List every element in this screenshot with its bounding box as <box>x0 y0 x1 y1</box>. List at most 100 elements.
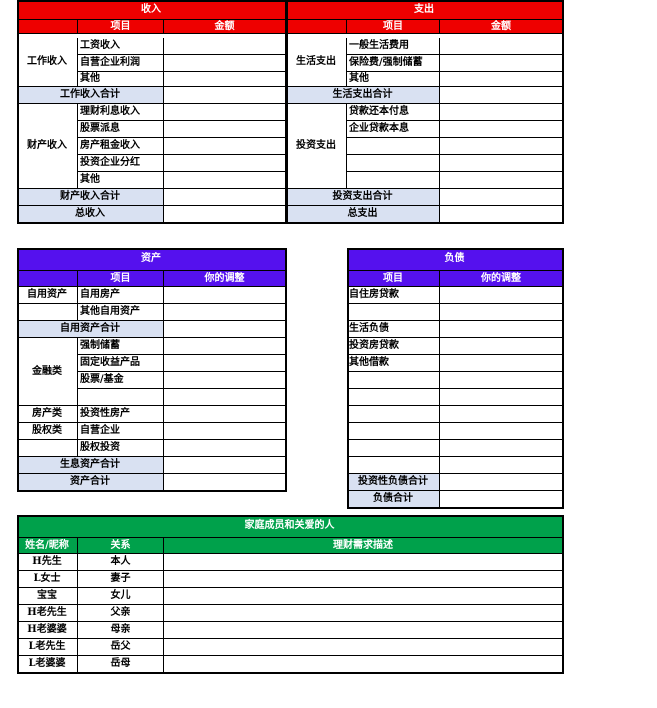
family-member-relation: 岳母 <box>78 656 164 673</box>
liability-adjust-input[interactable] <box>440 321 563 338</box>
family-member-needs-input[interactable] <box>164 656 563 673</box>
family-col-name: 姓名/昵称 <box>17 538 78 554</box>
asset-adjust-input[interactable] <box>164 355 286 372</box>
family-member-name: L老婆婆 <box>17 656 78 673</box>
expense-col-item: 项目 <box>347 20 440 34</box>
income-amount-input[interactable] <box>164 155 286 172</box>
expense-living-total-value[interactable] <box>440 87 563 104</box>
income-item: 工资收入 <box>78 38 164 55</box>
liability-adjust-input[interactable] <box>440 423 563 440</box>
family-member-needs-input[interactable] <box>164 571 563 588</box>
income-amount-input[interactable] <box>164 121 286 138</box>
expense-invest-total-value[interactable] <box>440 189 563 206</box>
income-total-value[interactable] <box>164 206 286 223</box>
family-member-relation: 岳父 <box>78 639 164 656</box>
income-item: 其他 <box>78 72 164 87</box>
asset-adjust-input[interactable] <box>164 423 286 440</box>
expense-living-total: 生活支出合计 <box>286 87 440 104</box>
income-amount-input[interactable] <box>164 138 286 155</box>
liability-item: 投资房贷款 <box>347 338 440 355</box>
asset-adjust-input[interactable] <box>164 389 286 406</box>
family-member-needs-input[interactable] <box>164 639 563 656</box>
assets-group-financial: 金融类 <box>17 338 78 406</box>
assets-self-total-value[interactable] <box>164 321 286 338</box>
expense-amount-input[interactable] <box>440 155 563 172</box>
liability-adjust-input[interactable] <box>440 338 563 355</box>
asset-adjust-input[interactable] <box>164 287 286 304</box>
income-group-asset: 财产收入 <box>17 104 78 189</box>
income-work-total-value[interactable] <box>164 87 286 104</box>
income-col-amount: 金额 <box>164 20 286 34</box>
liability-item <box>347 406 440 423</box>
asset-item: 固定收益产品 <box>78 355 164 372</box>
income-group-work: 工作收入 <box>17 38 78 87</box>
family-member-name: H老婆婆 <box>17 622 78 639</box>
expense-total: 总支出 <box>286 206 440 223</box>
income-amount-input[interactable] <box>164 172 286 189</box>
asset-adjust-input[interactable] <box>164 372 286 389</box>
liability-adjust-input[interactable] <box>440 304 563 321</box>
family-member-relation: 本人 <box>78 554 164 571</box>
asset-adjust-input[interactable] <box>164 440 286 457</box>
liabilities-invest-total: 投资性负债合计 <box>347 474 440 491</box>
family-member-name: L女士 <box>17 571 78 588</box>
income-total: 总收入 <box>17 206 164 223</box>
expense-amount-input[interactable] <box>440 172 563 189</box>
liability-item <box>347 440 440 457</box>
income-item: 投资企业分红 <box>78 155 164 172</box>
expense-amount-input[interactable] <box>440 55 563 72</box>
liability-item <box>347 389 440 406</box>
asset-item: 股票/基金 <box>78 372 164 389</box>
expense-amount-input[interactable] <box>440 38 563 55</box>
liabilities-invest-total-value[interactable] <box>440 474 563 491</box>
assets-col-adjust: 你的调整 <box>164 271 286 287</box>
income-asset-total-value[interactable] <box>164 189 286 206</box>
liabilities-total: 负债合计 <box>347 491 440 508</box>
income-amount-input[interactable] <box>164 104 286 121</box>
liability-adjust-input[interactable] <box>440 457 563 474</box>
expense-item: 其他 <box>347 72 440 87</box>
assets-group-blank <box>17 304 78 321</box>
income-work-total: 工作收入合计 <box>17 87 164 104</box>
family-member-name: H先生 <box>17 554 78 571</box>
assets-earning-total: 生息资产合计 <box>17 457 164 474</box>
family-col-needs: 理财需求描述 <box>164 538 563 554</box>
liabilities-total-value[interactable] <box>440 491 563 508</box>
income-amount-input[interactable] <box>164 38 286 55</box>
income-item: 股票派息 <box>78 121 164 138</box>
liability-item <box>347 304 440 321</box>
assets-group-equity: 股权类 <box>17 423 78 440</box>
liability-adjust-input[interactable] <box>440 372 563 389</box>
assets-total: 资产合计 <box>17 474 164 491</box>
expense-amount-input[interactable] <box>440 121 563 138</box>
assets-earning-total-value[interactable] <box>164 457 286 474</box>
family-member-needs-input[interactable] <box>164 605 563 622</box>
family-member-needs-input[interactable] <box>164 588 563 605</box>
expense-item <box>347 172 440 189</box>
expense-amount-input[interactable] <box>440 138 563 155</box>
family-member-needs-input[interactable] <box>164 554 563 571</box>
liability-adjust-input[interactable] <box>440 440 563 457</box>
expense-amount-input[interactable] <box>440 104 563 121</box>
assets-group-blank <box>17 440 78 457</box>
liability-adjust-input[interactable] <box>440 406 563 423</box>
income-amount-input[interactable] <box>164 72 286 87</box>
liability-adjust-input[interactable] <box>440 287 563 304</box>
asset-adjust-input[interactable] <box>164 304 286 321</box>
asset-adjust-input[interactable] <box>164 406 286 423</box>
income-col-blank <box>17 20 78 34</box>
assets-group-property: 房产类 <box>17 406 78 423</box>
family-member-needs-input[interactable] <box>164 622 563 639</box>
liability-adjust-input[interactable] <box>440 389 563 406</box>
assets-self-total: 自用资产合计 <box>17 321 164 338</box>
family-member-name: 宝宝 <box>17 588 78 605</box>
family-member-relation: 父亲 <box>78 605 164 622</box>
expense-total-value[interactable] <box>440 206 563 223</box>
liability-adjust-input[interactable] <box>440 355 563 372</box>
assets-total-value[interactable] <box>164 474 286 491</box>
expense-amount-input[interactable] <box>440 72 563 87</box>
family-member-relation: 母亲 <box>78 622 164 639</box>
income-amount-input[interactable] <box>164 55 286 72</box>
asset-adjust-input[interactable] <box>164 338 286 355</box>
expense-item: 企业贷款本息 <box>347 121 440 138</box>
